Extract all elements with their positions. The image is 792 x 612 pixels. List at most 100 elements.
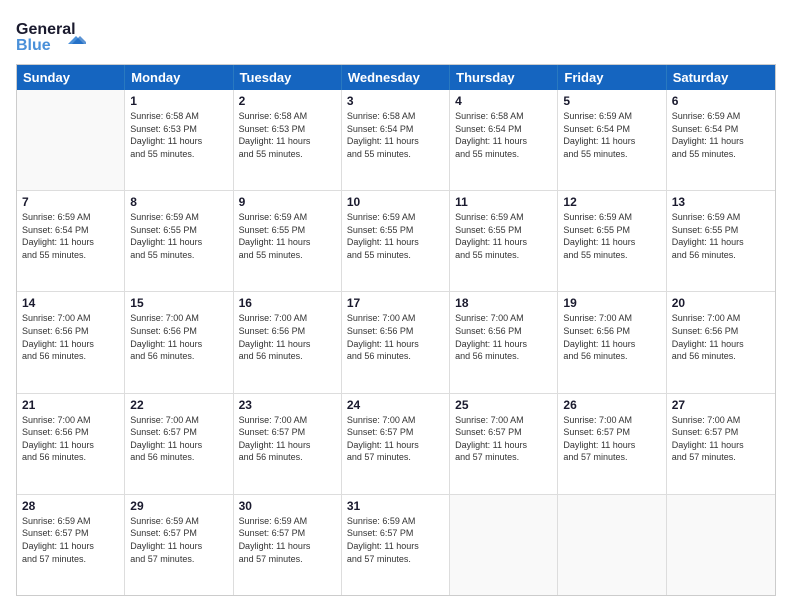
day-info: Sunrise: 7:00 AMSunset: 6:56 PMDaylight:…	[22, 414, 119, 464]
cal-header-friday: Friday	[558, 65, 666, 90]
calendar-header: SundayMondayTuesdayWednesdayThursdayFrid…	[17, 65, 775, 90]
cal-cell: 18Sunrise: 7:00 AMSunset: 6:56 PMDayligh…	[450, 292, 558, 392]
cal-header-monday: Monday	[125, 65, 233, 90]
cal-cell: 27 Sunrise: 7:00 AMSunset: 6:57 PMDayligh…	[667, 394, 775, 494]
logo: General Blue	[16, 16, 86, 54]
day-number: 26	[563, 398, 660, 412]
day-number: 29	[130, 499, 227, 513]
cal-cell	[17, 90, 125, 190]
day-number: 23	[239, 398, 336, 412]
cal-cell: 23 Sunrise: 7:00 AMSunset: 6:57 PMDayligh…	[234, 394, 342, 494]
cal-cell: 1 Sunrise: 6:58 AMSunset: 6:53 PMDaylight…	[125, 90, 233, 190]
cal-cell: 17 Sunrise: 7:00 AMSunset: 6:56 PMDayligh…	[342, 292, 450, 392]
day-info: Sunrise: 7:00 AMSunset: 6:57 PMDaylight:…	[563, 414, 660, 464]
day-number: 2	[239, 94, 336, 108]
cal-cell: 8 Sunrise: 6:59 AMSunset: 6:55 PMDaylight…	[125, 191, 233, 291]
cal-cell: 4 Sunrise: 6:58 AMSunset: 6:54 PMDaylight…	[450, 90, 558, 190]
cal-week-3: 14Sunrise: 7:00 AMSunset: 6:56 PMDayligh…	[17, 291, 775, 392]
cal-cell: 28 Sunrise: 6:59 AMSunset: 6:57 PMDayligh…	[17, 495, 125, 595]
day-number: 13	[672, 195, 770, 209]
day-number: 5	[563, 94, 660, 108]
cal-cell: 14Sunrise: 7:00 AMSunset: 6:56 PMDayligh…	[17, 292, 125, 392]
cal-cell: 2 Sunrise: 6:58 AMSunset: 6:53 PMDaylight…	[234, 90, 342, 190]
day-info: Sunrise: 6:59 AMSunset: 6:54 PMDaylight:…	[672, 110, 770, 160]
day-info: Sunrise: 6:58 AMSunset: 6:54 PMDaylight:…	[347, 110, 444, 160]
day-info: Sunrise: 6:59 AMSunset: 6:57 PMDaylight:…	[239, 515, 336, 565]
day-info: Sunrise: 7:00 AMSunset: 6:57 PMDaylight:…	[347, 414, 444, 464]
cal-header-wednesday: Wednesday	[342, 65, 450, 90]
day-info: Sunrise: 7:00 AMSunset: 6:56 PMDaylight:…	[130, 312, 227, 362]
day-number: 21	[22, 398, 119, 412]
day-number: 16	[239, 296, 336, 310]
cal-cell: 20Sunrise: 7:00 AMSunset: 6:56 PMDayligh…	[667, 292, 775, 392]
day-info: Sunrise: 7:00 AMSunset: 6:56 PMDaylight:…	[455, 312, 552, 362]
cal-cell: 15 Sunrise: 7:00 AMSunset: 6:56 PMDayligh…	[125, 292, 233, 392]
day-info: Sunrise: 7:00 AMSunset: 6:56 PMDaylight:…	[239, 312, 336, 362]
cal-cell: 9Sunrise: 6:59 AMSunset: 6:55 PMDaylight…	[234, 191, 342, 291]
calendar-body: 1 Sunrise: 6:58 AMSunset: 6:53 PMDaylight…	[17, 90, 775, 595]
day-number: 24	[347, 398, 444, 412]
cal-cell: 7Sunrise: 6:59 AMSunset: 6:54 PMDaylight…	[17, 191, 125, 291]
day-info: Sunrise: 6:59 AMSunset: 6:55 PMDaylight:…	[455, 211, 552, 261]
cal-cell: 31 Sunrise: 6:59 AMSunset: 6:57 PMDayligh…	[342, 495, 450, 595]
cal-cell: 29 Sunrise: 6:59 AMSunset: 6:57 PMDayligh…	[125, 495, 233, 595]
day-info: Sunrise: 6:59 AMSunset: 6:57 PMDaylight:…	[347, 515, 444, 565]
cal-cell: 12 Sunrise: 6:59 AMSunset: 6:55 PMDayligh…	[558, 191, 666, 291]
cal-header-tuesday: Tuesday	[234, 65, 342, 90]
day-info: Sunrise: 7:00 AMSunset: 6:56 PMDaylight:…	[347, 312, 444, 362]
day-number: 12	[563, 195, 660, 209]
cal-week-1: 1 Sunrise: 6:58 AMSunset: 6:53 PMDaylight…	[17, 90, 775, 190]
header: General Blue	[16, 16, 776, 54]
cal-cell: 11Sunrise: 6:59 AMSunset: 6:55 PMDayligh…	[450, 191, 558, 291]
cal-cell: 19 Sunrise: 7:00 AMSunset: 6:56 PMDayligh…	[558, 292, 666, 392]
svg-text:General: General	[16, 21, 76, 38]
cal-week-4: 21 Sunrise: 7:00 AMSunset: 6:56 PMDayligh…	[17, 393, 775, 494]
day-number: 8	[130, 195, 227, 209]
day-number: 9	[239, 195, 336, 209]
cal-cell: 25Sunrise: 7:00 AMSunset: 6:57 PMDayligh…	[450, 394, 558, 494]
cal-cell: 13 Sunrise: 6:59 AMSunset: 6:55 PMDayligh…	[667, 191, 775, 291]
cal-cell	[667, 495, 775, 595]
day-number: 27	[672, 398, 770, 412]
day-info: Sunrise: 6:58 AMSunset: 6:54 PMDaylight:…	[455, 110, 552, 160]
cal-cell	[558, 495, 666, 595]
day-number: 17	[347, 296, 444, 310]
day-info: Sunrise: 6:58 AMSunset: 6:53 PMDaylight:…	[239, 110, 336, 160]
cal-cell: 24 Sunrise: 7:00 AMSunset: 6:57 PMDayligh…	[342, 394, 450, 494]
day-info: Sunrise: 7:00 AMSunset: 6:56 PMDaylight:…	[672, 312, 770, 362]
day-info: Sunrise: 6:59 AMSunset: 6:57 PMDaylight:…	[130, 515, 227, 565]
day-number: 1	[130, 94, 227, 108]
day-info: Sunrise: 6:59 AMSunset: 6:55 PMDaylight:…	[672, 211, 770, 261]
day-info: Sunrise: 6:59 AMSunset: 6:55 PMDaylight:…	[563, 211, 660, 261]
day-number: 30	[239, 499, 336, 513]
day-number: 10	[347, 195, 444, 209]
cal-cell: 5 Sunrise: 6:59 AMSunset: 6:54 PMDaylight…	[558, 90, 666, 190]
cal-header-saturday: Saturday	[667, 65, 775, 90]
day-info: Sunrise: 7:00 AMSunset: 6:57 PMDaylight:…	[239, 414, 336, 464]
day-number: 28	[22, 499, 119, 513]
cal-header-sunday: Sunday	[17, 65, 125, 90]
cal-cell: 3 Sunrise: 6:58 AMSunset: 6:54 PMDaylight…	[342, 90, 450, 190]
page: General Blue SundayMondayTuesdayWednesda…	[0, 0, 792, 612]
day-number: 4	[455, 94, 552, 108]
day-info: Sunrise: 6:59 AMSunset: 6:55 PMDaylight:…	[130, 211, 227, 261]
day-info: Sunrise: 7:00 AMSunset: 6:57 PMDaylight:…	[130, 414, 227, 464]
calendar: SundayMondayTuesdayWednesdayThursdayFrid…	[16, 64, 776, 596]
cal-header-thursday: Thursday	[450, 65, 558, 90]
day-info: Sunrise: 6:59 AMSunset: 6:54 PMDaylight:…	[22, 211, 119, 261]
day-info: Sunrise: 6:59 AMSunset: 6:57 PMDaylight:…	[22, 515, 119, 565]
day-info: Sunrise: 6:59 AMSunset: 6:55 PMDaylight:…	[347, 211, 444, 261]
day-info: Sunrise: 7:00 AMSunset: 6:57 PMDaylight:…	[672, 414, 770, 464]
logo-icon: General Blue	[16, 16, 86, 54]
day-info: Sunrise: 6:58 AMSunset: 6:53 PMDaylight:…	[130, 110, 227, 160]
cal-cell: 21 Sunrise: 7:00 AMSunset: 6:56 PMDayligh…	[17, 394, 125, 494]
day-number: 31	[347, 499, 444, 513]
cal-cell: 10 Sunrise: 6:59 AMSunset: 6:55 PMDayligh…	[342, 191, 450, 291]
day-number: 19	[563, 296, 660, 310]
day-number: 3	[347, 94, 444, 108]
day-number: 15	[130, 296, 227, 310]
day-info: Sunrise: 7:00 AMSunset: 6:56 PMDaylight:…	[563, 312, 660, 362]
cal-cell: 22Sunrise: 7:00 AMSunset: 6:57 PMDayligh…	[125, 394, 233, 494]
cal-cell: 30 Sunrise: 6:59 AMSunset: 6:57 PMDayligh…	[234, 495, 342, 595]
day-info: Sunrise: 6:59 AMSunset: 6:54 PMDaylight:…	[563, 110, 660, 160]
